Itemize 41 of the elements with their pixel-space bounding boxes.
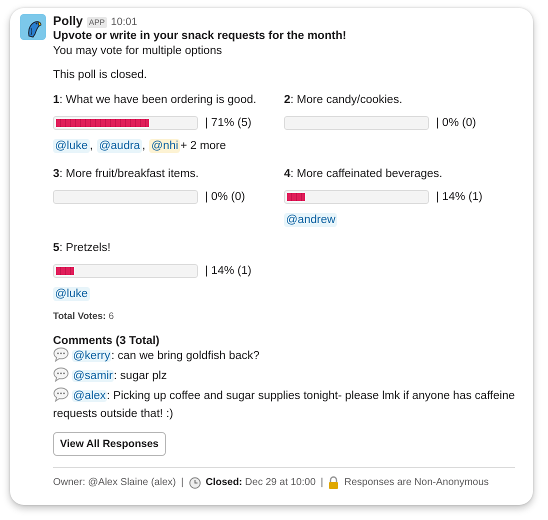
poll-question: Upvote or write in your snack requests for the month!	[53, 30, 348, 42]
comment-text: @alex: Picking up coffee and sugar supplies tonight- please lmk if anyone has caffeine requests outside that! :)	[53, 387, 515, 422]
vote-result: | 0% (0)	[205, 191, 246, 203]
comment-text: @kerry: can we bring goldfish back?	[53, 347, 515, 367]
user-mention[interactable]: @samir	[72, 370, 114, 382]
user-mention[interactable]: @luke	[53, 287, 90, 301]
user-mention[interactable]: @audra	[96, 139, 142, 153]
voter-text: ,	[142, 140, 146, 152]
vote-result: | 14% (1)	[205, 265, 252, 277]
total-votes: Total Votes: 6	[53, 311, 115, 322]
clock-icon	[188, 476, 201, 488]
separator: |	[320, 477, 324, 488]
vote-result: | 14% (1)	[436, 191, 482, 203]
parrot-avatar-icon	[20, 14, 46, 40]
app-badge: APP	[86, 17, 107, 28]
message-time[interactable]: 10:01	[110, 16, 138, 28]
option-label: 5: Pretzels!	[53, 241, 112, 255]
option-label: 1: What we have been ordering is good.	[53, 93, 258, 107]
separator: |	[180, 477, 184, 488]
sender-name[interactable]: Polly	[53, 14, 83, 28]
comments-title: Comments (3 Total)	[53, 335, 160, 347]
option-label: 4: More caffeinated beverages.	[284, 167, 444, 181]
lock-icon	[328, 476, 340, 489]
anonymity-text: Responses are Non-Anonymous	[344, 477, 489, 488]
owner-text: Owner: @Alex Slaine (alex)	[53, 477, 176, 488]
user-mention[interactable]: @andrew	[284, 213, 338, 227]
user-mention[interactable]: @kerry	[72, 350, 112, 362]
user-mention[interactable]: @nhi	[149, 139, 180, 153]
voter-text: + 2 more	[180, 140, 226, 152]
poll-status: This poll is closed.	[53, 69, 148, 81]
vote-result: | 71% (5)	[205, 117, 252, 129]
view-all-responses-button[interactable]: View All Responses	[53, 432, 166, 456]
user-mention[interactable]: @luke	[53, 139, 90, 153]
poll-subtitle: You may vote for multiple options	[53, 45, 223, 57]
option-label: 3: More fruit/breakfast items.	[53, 167, 200, 181]
vote-result: | 0% (0)	[436, 117, 476, 129]
user-mention[interactable]: @alex	[72, 390, 107, 402]
comment-text: @samir: sugar plz	[53, 367, 515, 387]
option-label: 2: More candy/cookies.	[284, 93, 404, 107]
closed-date: Closed: Dec 29 at 10:00	[206, 477, 316, 488]
voter-text: ,	[90, 140, 93, 152]
